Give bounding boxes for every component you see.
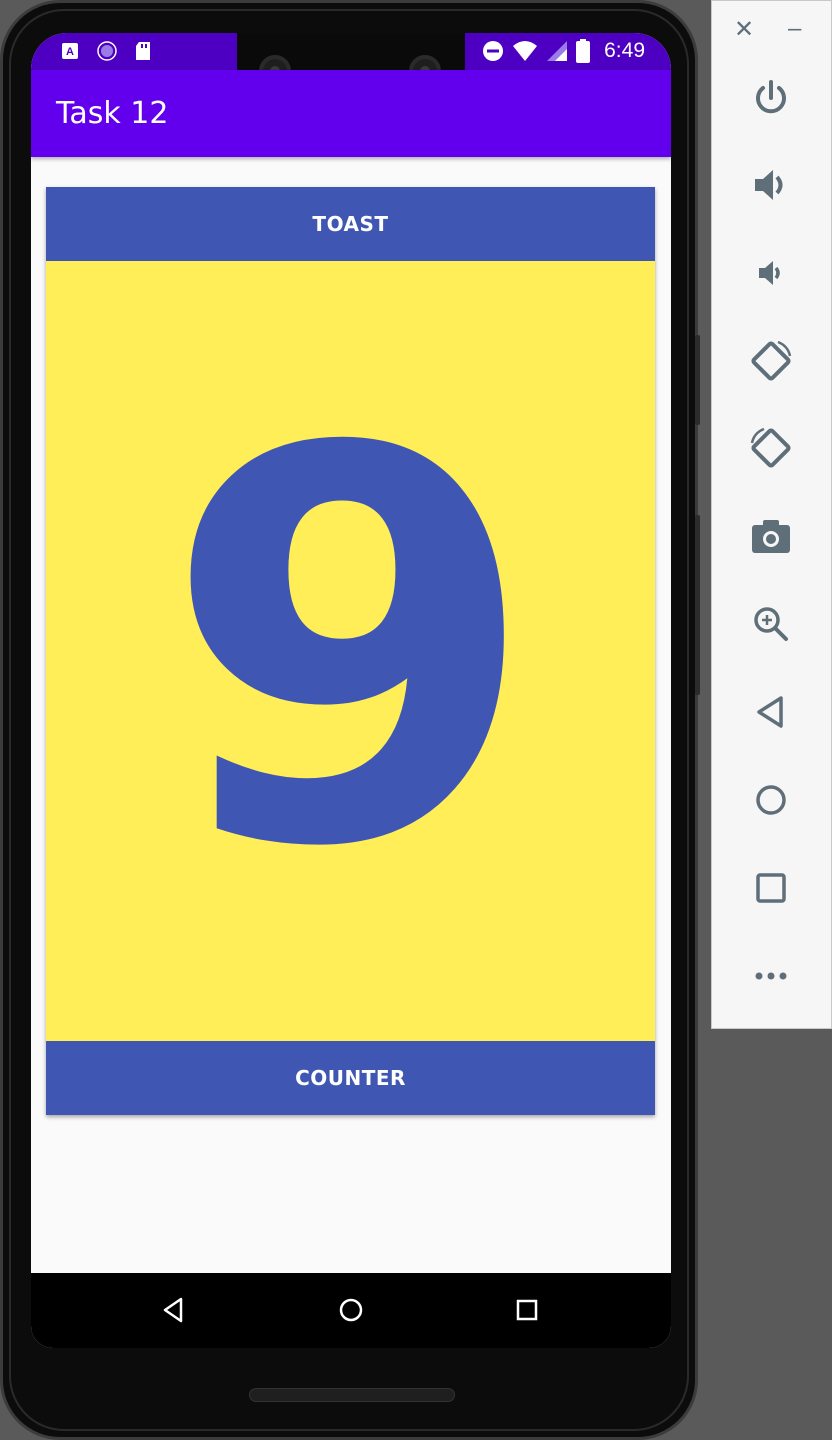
device-screen: A 6:49 Task 12 TOAST 9 COUNTER: [31, 33, 671, 1348]
status-time: 6:49: [604, 39, 645, 62]
app-title: Task 12: [56, 96, 169, 131]
content-card: TOAST 9 COUNTER: [46, 187, 655, 1115]
home-icon[interactable]: [338, 1295, 364, 1325]
more-icon[interactable]: [746, 951, 796, 1001]
count-display: 9: [46, 261, 655, 1041]
battery-icon: [576, 39, 591, 63]
device-speaker-grille: [249, 1388, 455, 1402]
volume-down-icon[interactable]: [746, 248, 796, 298]
emulator-toolbar: ✕ –: [711, 0, 832, 1029]
pinwheel-icon: [97, 41, 117, 61]
power-icon[interactable]: [746, 73, 796, 123]
home-icon[interactable]: [746, 775, 796, 825]
minimize-icon[interactable]: –: [788, 15, 801, 43]
rotate-right-icon[interactable]: [746, 423, 796, 473]
app-bar: Task 12: [31, 70, 671, 157]
navigation-bar: [31, 1273, 671, 1348]
sd-card-icon: [136, 42, 150, 60]
a-icon: A: [62, 43, 78, 59]
recents-icon[interactable]: [515, 1295, 539, 1325]
counter-button[interactable]: COUNTER: [46, 1041, 655, 1115]
phone-frame: A 6:49 Task 12 TOAST 9 COUNTER: [0, 0, 698, 1440]
count-value: 9: [162, 337, 539, 965]
do-not-disturb-icon: [483, 41, 504, 61]
hardware-volume-rocker: [695, 515, 700, 695]
back-icon[interactable]: [746, 687, 796, 737]
wifi-icon: [513, 41, 538, 61]
signal-icon: [547, 41, 568, 61]
overview-icon[interactable]: [746, 863, 796, 913]
hardware-power-button: [695, 335, 700, 425]
svg-text:A: A: [66, 46, 74, 58]
close-icon[interactable]: ✕: [734, 15, 754, 44]
camera-icon[interactable]: [746, 511, 796, 561]
rotate-left-icon[interactable]: [746, 336, 796, 386]
back-icon[interactable]: [161, 1295, 185, 1325]
toast-button[interactable]: TOAST: [46, 187, 655, 261]
zoom-icon[interactable]: [746, 599, 796, 649]
volume-up-icon[interactable]: [746, 160, 796, 210]
